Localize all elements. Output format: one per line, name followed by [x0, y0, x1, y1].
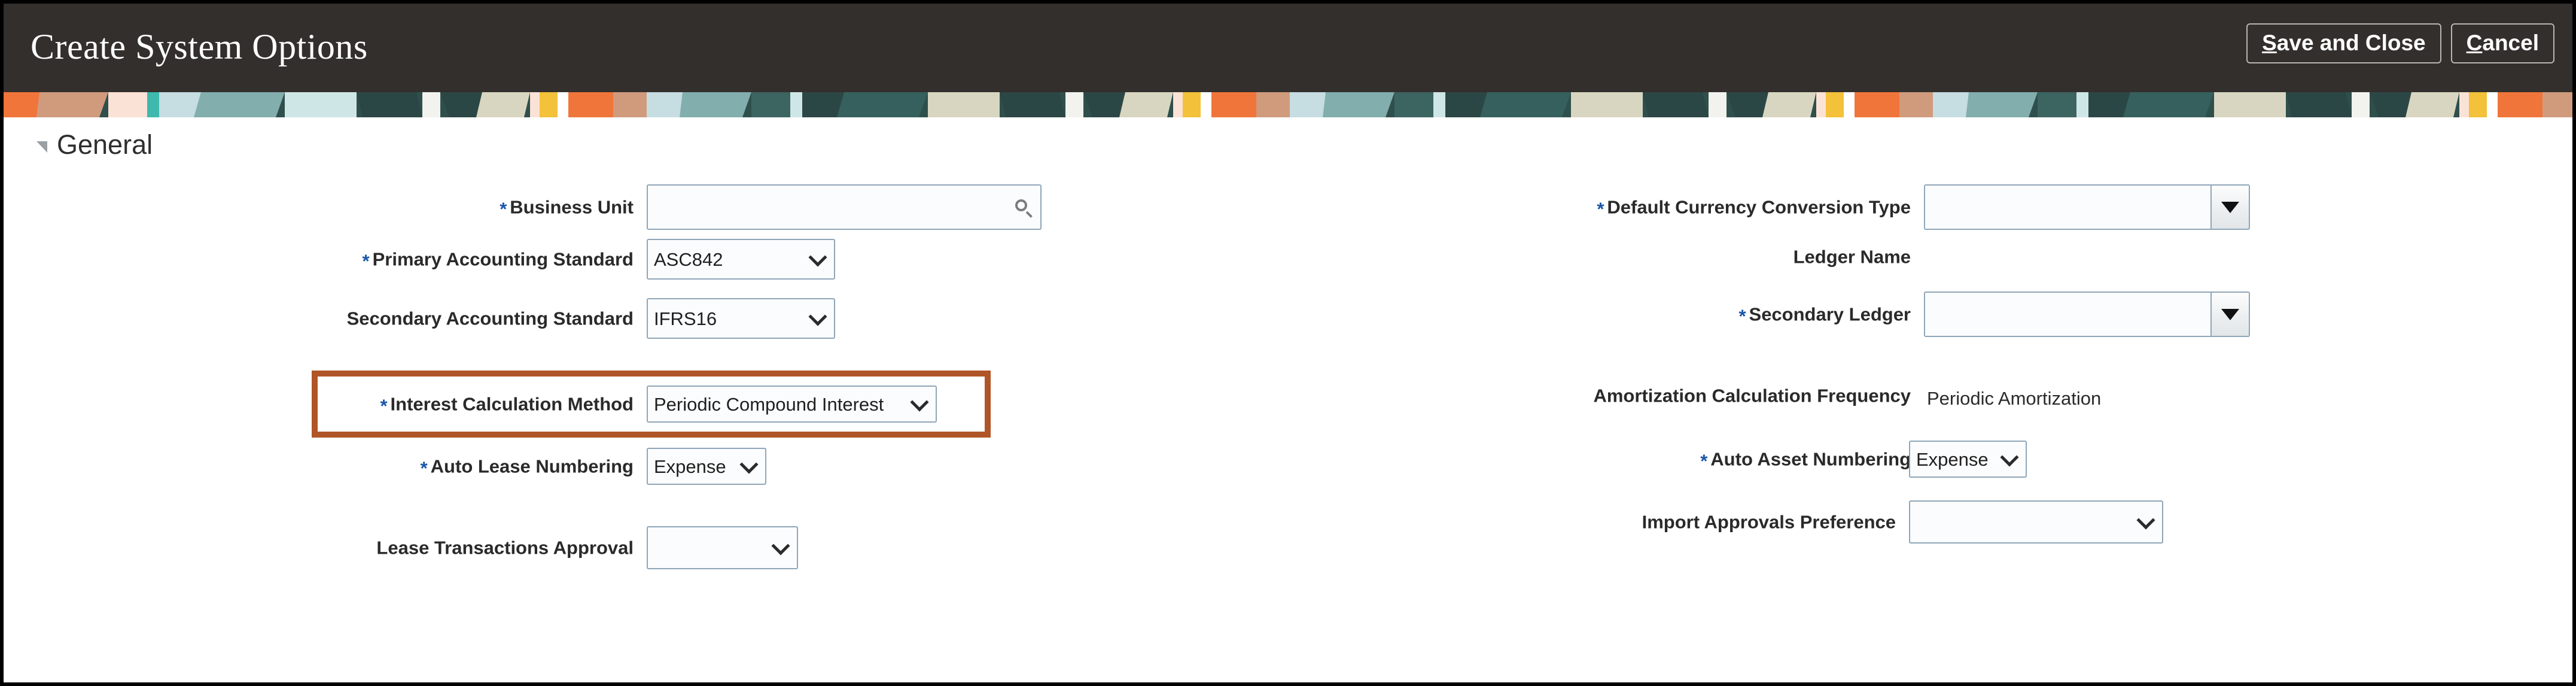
field-label-text: Auto Asset Numbering: [1710, 448, 1911, 470]
field-label-text: Default Currency Conversion Type: [1607, 196, 1911, 218]
auto-lease-numbering-select[interactable]: Expense: [647, 448, 766, 485]
save-and-close-label: ave and Close: [2276, 31, 2426, 55]
field-label-secondary-ledger: * Secondary Ledger: [1738, 303, 1911, 327]
decorative-banner-strip: [4, 92, 2572, 117]
field-row-auto-asset-numbering: * Auto Asset Numbering: [1380, 441, 1924, 478]
field-label-ledger-name: Ledger Name: [1791, 248, 1911, 266]
field-label-text: Interest Calculation Method: [390, 393, 634, 415]
field-row-auto-lease-numbering: * Auto Lease Numbering: [4, 448, 647, 485]
secondary-ledger-input[interactable]: [1925, 293, 2212, 336]
chevron-down-icon[interactable]: [739, 455, 759, 474]
import-approvals-preference-select[interactable]: [1909, 500, 2163, 544]
cancel-button[interactable]: Cancel: [2450, 23, 2554, 63]
required-indicator: *: [500, 198, 507, 220]
default-currency-conversion-type-dropdown-button[interactable]: [2212, 186, 2249, 229]
field-label-text: Ledger Name: [1793, 246, 1911, 268]
field-label-secondary-accounting-standard: Secondary Accounting Standard: [344, 309, 634, 328]
secondary-ledger-lov[interactable]: [1924, 292, 2250, 337]
triangle-down-icon[interactable]: [36, 141, 47, 153]
required-indicator: *: [1738, 305, 1746, 327]
chevron-down-icon[interactable]: [2000, 448, 2019, 467]
field-label-text: Auto Lease Numbering: [430, 456, 634, 477]
section-header-general[interactable]: General: [36, 129, 153, 160]
triangle-down-icon: [2221, 308, 2239, 320]
field-row-primary-accounting-standard: * Primary Accounting Standard: [4, 239, 647, 280]
field-label-text: Lease Transactions Approval: [376, 537, 634, 558]
primary-accounting-standard-value: ASC842: [654, 248, 723, 270]
save-and-close-button[interactable]: Save and Close: [2246, 23, 2441, 63]
section-title: General: [57, 129, 153, 160]
default-currency-conversion-type-input[interactable]: [1925, 186, 2212, 229]
field-label-primary-accounting-standard: * Primary Accounting Standard: [362, 248, 634, 272]
field-label-amortization-calculation-frequency: Amortization Calculation Frequency: [1590, 387, 1911, 405]
triangle-down-icon: [2221, 201, 2239, 213]
auto-asset-numbering-select[interactable]: Expense: [1909, 441, 2027, 478]
field-label-business-unit: * Business Unit: [500, 196, 634, 220]
page-title: Create System Options: [31, 27, 368, 66]
lease-transactions-approval-select[interactable]: [647, 526, 798, 569]
field-label-text: Import Approvals Preference: [1642, 511, 1896, 533]
field-row-import-approvals-preference: Import Approvals Preference: [1380, 500, 1909, 544]
field-label-interest-calculation-method: * Interest Calculation Method: [380, 393, 634, 417]
interest-calculation-method-value: Periodic Compound Interest: [654, 393, 884, 415]
field-row-amortization-calculation-frequency: Amortization Calculation Frequency: [1380, 381, 1924, 411]
application-window: Create System Options Save and Close Can…: [0, 0, 2576, 686]
field-label-text: Primary Accounting Standard: [372, 248, 634, 270]
required-indicator: *: [380, 395, 388, 417]
cancel-accesskey: C: [2466, 31, 2483, 55]
field-label-import-approvals-preference: Import Approvals Preference: [1639, 513, 1896, 532]
banner-artwork: [4, 92, 2572, 117]
field-label-auto-lease-numbering: * Auto Lease Numbering: [420, 456, 634, 479]
chevron-down-icon[interactable]: [808, 307, 827, 326]
primary-accounting-standard-select[interactable]: ASC842: [647, 239, 835, 280]
field-row-interest-calculation-method: * Interest Calculation Method: [4, 386, 647, 423]
secondary-accounting-standard-select[interactable]: IFRS16: [647, 298, 835, 339]
auto-lease-numbering-value: Expense: [654, 456, 726, 477]
field-row-default-currency-conversion-type: * Default Currency Conversion Type: [1380, 184, 1924, 230]
required-indicator: *: [420, 457, 428, 479]
amortization-calculation-frequency-value: Periodic Amortization: [1927, 388, 2102, 409]
field-label-text: Business Unit: [510, 196, 634, 218]
secondary-accounting-standard-value: IFRS16: [654, 308, 717, 329]
cancel-label: ancel: [2482, 31, 2539, 55]
search-icon[interactable]: [1015, 199, 1033, 218]
chevron-down-icon[interactable]: [771, 536, 790, 556]
field-label-text: Secondary Ledger: [1749, 303, 1911, 325]
field-row-business-unit: * Business Unit: [4, 184, 647, 230]
business-unit-input[interactable]: [647, 184, 1042, 230]
field-row-secondary-ledger: * Secondary Ledger: [1380, 292, 1924, 337]
field-row-secondary-accounting-standard: Secondary Accounting Standard: [4, 298, 647, 339]
field-label-auto-asset-numbering: * Auto Asset Numbering: [1700, 448, 1911, 472]
field-label-text: Amortization Calculation Frequency: [1593, 385, 1911, 406]
chevron-down-icon[interactable]: [808, 248, 827, 267]
chevron-down-icon[interactable]: [910, 393, 929, 412]
required-indicator: *: [1700, 450, 1708, 472]
auto-asset-numbering-value: Expense: [1916, 448, 1989, 470]
field-label-lease-transactions-approval: Lease Transactions Approval: [373, 539, 634, 557]
header-action-buttons: Save and Close Cancel: [2246, 23, 2554, 63]
secondary-ledger-dropdown-button[interactable]: [2212, 293, 2249, 336]
chevron-down-icon[interactable]: [2136, 511, 2155, 530]
required-indicator: *: [1597, 198, 1604, 220]
save-and-close-accesskey: S: [2262, 31, 2277, 55]
page-header-bar: Create System Options Save and Close Can…: [4, 4, 2572, 92]
field-label-default-currency-conversion-type: * Default Currency Conversion Type: [1597, 196, 1911, 220]
default-currency-conversion-type-lov[interactable]: [1924, 184, 2250, 230]
page-content: General * Business Unit * Primary Accounti…: [4, 117, 2572, 682]
field-row-ledger-name: Ledger Name: [1380, 242, 1924, 272]
field-label-text: Secondary Accounting Standard: [346, 308, 634, 329]
interest-calculation-method-select[interactable]: Periodic Compound Interest: [647, 386, 937, 423]
field-row-lease-transactions-approval: Lease Transactions Approval: [4, 526, 647, 569]
required-indicator: *: [362, 250, 370, 272]
